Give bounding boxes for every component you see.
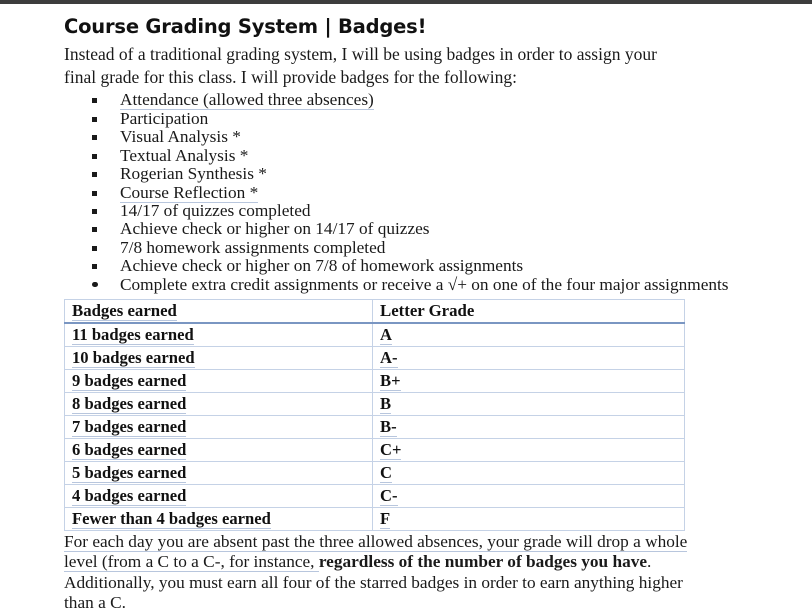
- cell-text: F: [380, 508, 391, 529]
- table-row: 6 badges earned C+: [64, 437, 685, 462]
- cell-badges-earned: 4 badges earned: [64, 483, 373, 508]
- table-header-row: Badges earned Letter Grade: [64, 298, 685, 324]
- cell-letter-grade: A-: [372, 345, 685, 370]
- cell-badges-earned: 9 badges earned: [64, 368, 373, 393]
- round-bullet-icon: [92, 281, 98, 288]
- cell-text: B: [380, 393, 392, 414]
- list-item: 14/17 of quizzes completed: [64, 200, 754, 220]
- cell-letter-grade: B-: [372, 414, 685, 439]
- list-item: Attendance (allowed three absences): [64, 90, 754, 111]
- cell-text: 5 badges earned: [72, 462, 187, 483]
- footer-paragraph-1: For each day you are absent past the thr…: [64, 531, 704, 572]
- table-row: 10 badges earned A-: [64, 345, 685, 370]
- badge-requirements-list: Attendance (allowed three absences) Parti…: [64, 90, 754, 294]
- grading-table: Badges earned Letter Grade 11 badges ear…: [64, 298, 685, 531]
- square-bullet-icon: [92, 264, 97, 270]
- square-bullet-icon: [92, 172, 97, 178]
- cell-text: 4 badges earned: [72, 485, 187, 506]
- column-header-letter-grade: Letter Grade: [372, 298, 685, 324]
- list-item-label: Textual Analysis *: [120, 145, 249, 165]
- list-item: Achieve check or higher on 14/17 of quiz…: [64, 220, 754, 238]
- cell-text: C-: [380, 485, 398, 506]
- cell-badges-earned: 6 badges earned: [64, 437, 373, 462]
- footer-p1-bold: regardless of the number of badges you h…: [318, 551, 648, 571]
- cell-badges-earned: 10 badges earned: [64, 345, 373, 370]
- list-item: 7/8 homework assignments completed: [64, 237, 754, 257]
- cell-text: B+: [380, 370, 401, 391]
- footer-paragraph-2: Additionally, you must earn all four of …: [64, 573, 683, 612]
- list-item: Rogerian Synthesis *: [64, 164, 754, 184]
- square-bullet-icon: [92, 208, 97, 214]
- cell-text: 8 badges earned: [72, 393, 187, 414]
- table-row: 4 badges earned C-: [64, 483, 685, 508]
- list-item-label: Achieve check or higher on 14/17 of quiz…: [120, 219, 430, 239]
- cell-text: 7 badges earned: [72, 416, 187, 437]
- square-bullet-icon: [92, 245, 97, 251]
- list-item-label: Achieve check or higher on 7/8 of homewo…: [120, 256, 524, 276]
- list-item: Textual Analysis *: [64, 145, 754, 165]
- cell-badges-earned: 5 badges earned: [64, 460, 373, 485]
- intro-paragraph: Instead of a traditional grading system,…: [64, 43, 657, 88]
- cell-badges-earned: 7 badges earned: [64, 414, 373, 439]
- list-item: Complete extra credit assignments or rec…: [64, 274, 754, 294]
- table-row: 11 badges earned A: [64, 322, 685, 347]
- cell-letter-grade: C+: [372, 437, 685, 462]
- page-title: Course Grading System | Badges!: [64, 15, 427, 38]
- list-item-label: Rogerian Synthesis *: [120, 164, 267, 184]
- cell-text: B-: [380, 416, 397, 437]
- cell-badges-earned: Fewer than 4 badges earned: [64, 506, 373, 531]
- table-row: 8 badges earned B: [64, 391, 685, 416]
- cell-text: A: [380, 324, 392, 345]
- table-row: 7 badges earned B-: [64, 414, 685, 439]
- square-bullet-icon: [92, 98, 97, 104]
- footer-notes: For each day you are absent past the thr…: [64, 531, 704, 612]
- cell-letter-grade: F: [372, 506, 685, 531]
- list-item-label: 7/8 homework assignments completed: [120, 237, 386, 257]
- cell-letter-grade: B: [372, 391, 685, 416]
- list-item: Participation: [64, 108, 754, 128]
- square-bullet-icon: [92, 227, 97, 233]
- list-item-label: 14/17 of quizzes completed: [120, 200, 311, 220]
- cell-text: 11 badges earned: [72, 324, 194, 345]
- cell-text: 6 badges earned: [72, 439, 187, 460]
- column-header-badges-earned: Badges earned: [64, 298, 373, 324]
- table-row: Fewer than 4 badges earned F: [64, 506, 685, 531]
- cell-text: C: [380, 462, 392, 483]
- document-content: Course Grading System | Badges! Instead …: [64, 15, 754, 612]
- cell-text: 9 badges earned: [72, 370, 187, 391]
- footer-p1-part2: .: [647, 551, 652, 571]
- list-item-label: Participation: [120, 108, 209, 128]
- square-bullet-icon: [92, 135, 97, 141]
- cell-letter-grade: C-: [372, 483, 685, 508]
- list-item: Achieve check or higher on 7/8 of homewo…: [64, 256, 754, 276]
- cell-text: A-: [380, 347, 398, 368]
- square-bullet-icon: [92, 116, 97, 122]
- cell-badges-earned: 8 badges earned: [64, 391, 373, 416]
- cell-text: 10 badges earned: [72, 347, 195, 368]
- cell-text: C+: [380, 439, 402, 460]
- list-item: Visual Analysis *: [64, 128, 754, 146]
- square-bullet-icon: [92, 153, 97, 159]
- square-bullet-icon: [92, 190, 97, 196]
- list-item-label: Visual Analysis *: [120, 127, 241, 147]
- cell-text: Fewer than 4 badges earned: [72, 508, 271, 529]
- list-item-label: Attendance (allowed three absences): [120, 90, 374, 111]
- column-header-badges-earned-text: Badges earned: [72, 300, 177, 321]
- cell-letter-grade: B+: [372, 368, 685, 393]
- list-item-label: Complete extra credit assignments or rec…: [120, 274, 729, 294]
- table-row: 9 badges earned B+: [64, 368, 685, 393]
- document-page: Course Grading System | Badges! Instead …: [0, 4, 812, 612]
- cell-letter-grade: C: [372, 460, 685, 485]
- list-item: Course Reflection *: [64, 182, 754, 203]
- cell-letter-grade: A: [372, 322, 685, 347]
- table-row: 5 badges earned C: [64, 460, 685, 485]
- column-header-letter-grade-text: Letter Grade: [380, 300, 475, 320]
- cell-badges-earned: 11 badges earned: [64, 322, 373, 347]
- list-item-label: Course Reflection *: [120, 182, 259, 203]
